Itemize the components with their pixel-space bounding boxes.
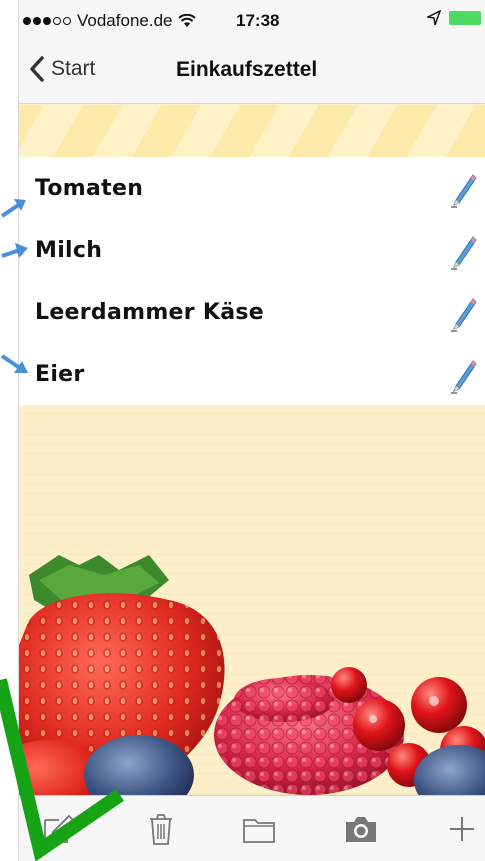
status-time: 17:38	[236, 11, 280, 30]
list-item-label: Milch	[35, 237, 103, 263]
pencil-icon[interactable]	[449, 295, 477, 333]
wifi-icon	[178, 14, 197, 27]
pencil-icon[interactable]	[449, 171, 477, 209]
status-right	[427, 10, 481, 26]
list-item[interactable]: Leerdammer Käse	[19, 281, 485, 343]
decorative-stripe-band	[19, 105, 485, 157]
pencil-icon[interactable]	[449, 357, 477, 395]
list-item[interactable]: Eier	[19, 343, 485, 405]
page-title: Einkaufszettel	[176, 58, 318, 81]
annotation-arrow-icon	[1, 243, 28, 258]
folder-icon[interactable]	[241, 812, 277, 846]
plus-icon[interactable]	[444, 812, 480, 846]
list-item-label: Tomaten	[35, 175, 144, 201]
list-item[interactable]: Milch	[19, 219, 485, 281]
list-item[interactable]: Tomaten	[19, 157, 485, 219]
shopping-list: Tomaten Milch Leerdammer Käse Eier	[19, 157, 485, 405]
camera-icon[interactable]	[343, 812, 379, 846]
status-left: Vodafone.de	[23, 11, 197, 31]
trash-icon[interactable]	[143, 812, 179, 846]
annotation-arrow-icon	[0, 354, 28, 373]
green-checkmark-icon	[0, 678, 124, 861]
navigation-bar: Start Einkaufszettel	[19, 42, 485, 104]
signal-strength-icon	[23, 17, 71, 25]
list-item-label: Leerdammer Käse	[35, 299, 264, 325]
battery-icon	[449, 11, 481, 25]
list-item-label: Eier	[35, 361, 85, 387]
pencil-icon[interactable]	[449, 233, 477, 271]
status-bar: Vodafone.de 17:38	[19, 0, 485, 42]
back-button-label: Start	[51, 57, 96, 80]
back-button[interactable]: Start	[29, 56, 95, 82]
carrier-name: Vodafone.de	[77, 11, 173, 30]
location-arrow-icon	[427, 10, 441, 26]
annotation-arrow-icon	[0, 199, 26, 218]
chevron-left-icon	[30, 56, 44, 82]
